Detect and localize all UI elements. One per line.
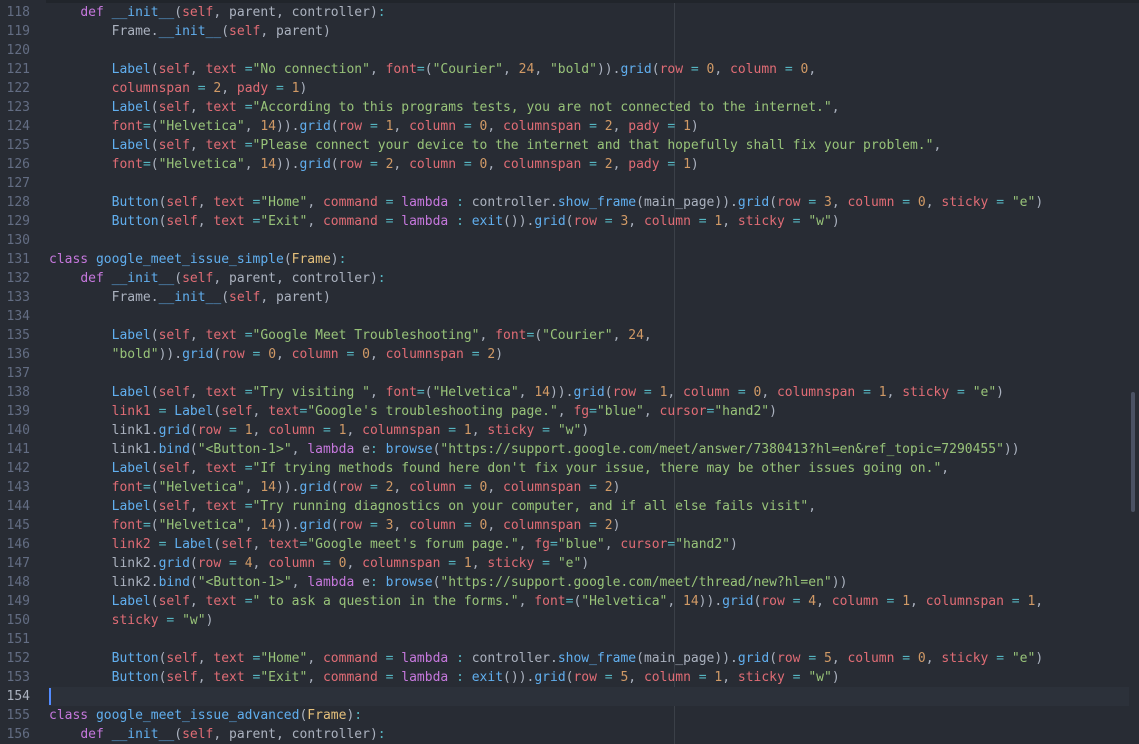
line-number[interactable]: 129 [0, 212, 30, 231]
line-number[interactable]: 130 [0, 231, 30, 250]
code-line[interactable] [49, 364, 1129, 383]
code-line[interactable]: Label(self, text ="Try running diagnosti… [49, 497, 1129, 516]
line-number[interactable]: 148 [0, 573, 30, 592]
vertical-scrollbar[interactable] [1131, 392, 1135, 512]
line-number[interactable]: 133 [0, 288, 30, 307]
line-number[interactable]: 146 [0, 535, 30, 554]
line-number[interactable]: 118 [0, 3, 30, 22]
text-cursor [49, 688, 51, 705]
code-line[interactable]: font=("Helvetica", 14)).grid(row = 1, co… [49, 117, 1129, 136]
line-number[interactable]: 153 [0, 668, 30, 687]
code-line[interactable]: Frame.__init__(self, parent) [49, 288, 1129, 307]
line-number[interactable]: 127 [0, 174, 30, 193]
line-number[interactable]: 141 [0, 440, 30, 459]
code-line[interactable]: link1 = Label(self, text="Google's troub… [49, 402, 1129, 421]
line-number[interactable]: 156 [0, 725, 30, 744]
line-number[interactable]: 125 [0, 136, 30, 155]
line-number[interactable]: 123 [0, 98, 30, 117]
code-line[interactable]: sticky = "w") [49, 611, 1129, 630]
code-line[interactable]: Button(self, text ="Home", command = lam… [49, 193, 1129, 212]
code-line[interactable]: font=("Helvetica", 14)).grid(row = 2, co… [49, 155, 1129, 174]
code-line[interactable] [49, 41, 1129, 60]
code-line[interactable]: def __init__(self, parent, controller): [49, 725, 1129, 744]
code-line[interactable]: link2 = Label(self, text="Google meet's … [49, 535, 1129, 554]
code-line[interactable]: def __init__(self, parent, controller): [49, 3, 1129, 22]
code-line[interactable]: Label(self, text =" to ask a question in… [49, 592, 1129, 611]
line-number[interactable]: 120 [0, 41, 30, 60]
code-line[interactable]: Frame.__init__(self, parent) [49, 22, 1129, 41]
code-line[interactable]: class google_meet_issue_simple(Frame): [49, 250, 1129, 269]
line-number[interactable]: 149 [0, 592, 30, 611]
code-line[interactable]: Label(self, text ="No connection", font=… [49, 60, 1129, 79]
code-line[interactable] [49, 174, 1129, 193]
line-number[interactable]: 119 [0, 22, 30, 41]
line-number[interactable]: 124 [0, 117, 30, 136]
code-line[interactable]: link1.bind("<Button-1>", lambda e: brows… [49, 440, 1129, 459]
code-line[interactable]: class google_meet_issue_advanced(Frame): [49, 706, 1129, 725]
code-line[interactable]: link2.bind("<Button-1>", lambda e: brows… [49, 573, 1129, 592]
line-number[interactable]: 152 [0, 649, 30, 668]
code-line[interactable]: Label(self, text ="Try visiting ", font=… [49, 383, 1129, 402]
code-line[interactable]: Button(self, text ="Exit", command = lam… [49, 668, 1129, 687]
code-line[interactable]: Button(self, text ="Home", command = lam… [49, 649, 1129, 668]
line-number[interactable]: 144 [0, 497, 30, 516]
line-number[interactable]: 137 [0, 364, 30, 383]
line-number[interactable]: 138 [0, 383, 30, 402]
code-line[interactable]: Label(self, text ="If trying methods fou… [49, 459, 1129, 478]
line-number[interactable]: 145 [0, 516, 30, 535]
line-number[interactable]: 140 [0, 421, 30, 440]
line-number[interactable]: 121 [0, 60, 30, 79]
code-line[interactable]: def __init__(self, parent, controller): [49, 269, 1129, 288]
line-number[interactable]: 135 [0, 326, 30, 345]
line-number[interactable]: 150 [0, 611, 30, 630]
code-line[interactable]: "bold")).grid(row = 0, column = 0, colum… [49, 345, 1129, 364]
line-number[interactable]: 131 [0, 250, 30, 269]
line-number[interactable]: 126 [0, 155, 30, 174]
code-line[interactable] [49, 231, 1129, 250]
code-line[interactable] [49, 687, 1129, 706]
line-number[interactable]: 136 [0, 345, 30, 364]
line-number[interactable]: 155 [0, 706, 30, 725]
line-number[interactable]: 132 [0, 269, 30, 288]
code-line[interactable]: font=("Helvetica", 14)).grid(row = 3, co… [49, 516, 1129, 535]
code-line[interactable]: link1.grid(row = 1, column = 1, columnsp… [49, 421, 1129, 440]
code-line[interactable]: Label(self, text ="Please connect your d… [49, 136, 1129, 155]
line-number[interactable]: 134 [0, 307, 30, 326]
code-line[interactable]: Label(self, text ="Google Meet Troublesh… [49, 326, 1129, 345]
line-number[interactable]: 154 [0, 687, 30, 706]
line-number[interactable]: 143 [0, 478, 30, 497]
line-number-gutter[interactable]: 118 119 120 121 122 123 124 125 126 127 128 129 130 1… [0, 0, 46, 744]
code-line[interactable] [49, 307, 1129, 326]
line-number[interactable]: 142 [0, 459, 30, 478]
line-number[interactable]: 147 [0, 554, 30, 573]
line-number[interactable]: 151 [0, 630, 30, 649]
line-number[interactable]: 139 [0, 402, 30, 421]
line-number[interactable]: 122 [0, 79, 30, 98]
code-line[interactable]: Label(self, text ="According to this pro… [49, 98, 1129, 117]
code-editor[interactable]: 118 119 120 121 122 123 124 125 126 127 128 129 130 1… [0, 0, 1139, 744]
code-line[interactable]: columnspan = 2, pady = 1) [49, 79, 1129, 98]
code-line[interactable]: font=("Helvetica", 14)).grid(row = 2, co… [49, 478, 1129, 497]
code-line[interactable] [49, 630, 1129, 649]
code-line[interactable]: Button(self, text ="Exit", command = lam… [49, 212, 1129, 231]
line-number[interactable]: 128 [0, 193, 30, 212]
code-line[interactable]: link2.grid(row = 4, column = 0, columnsp… [49, 554, 1129, 573]
